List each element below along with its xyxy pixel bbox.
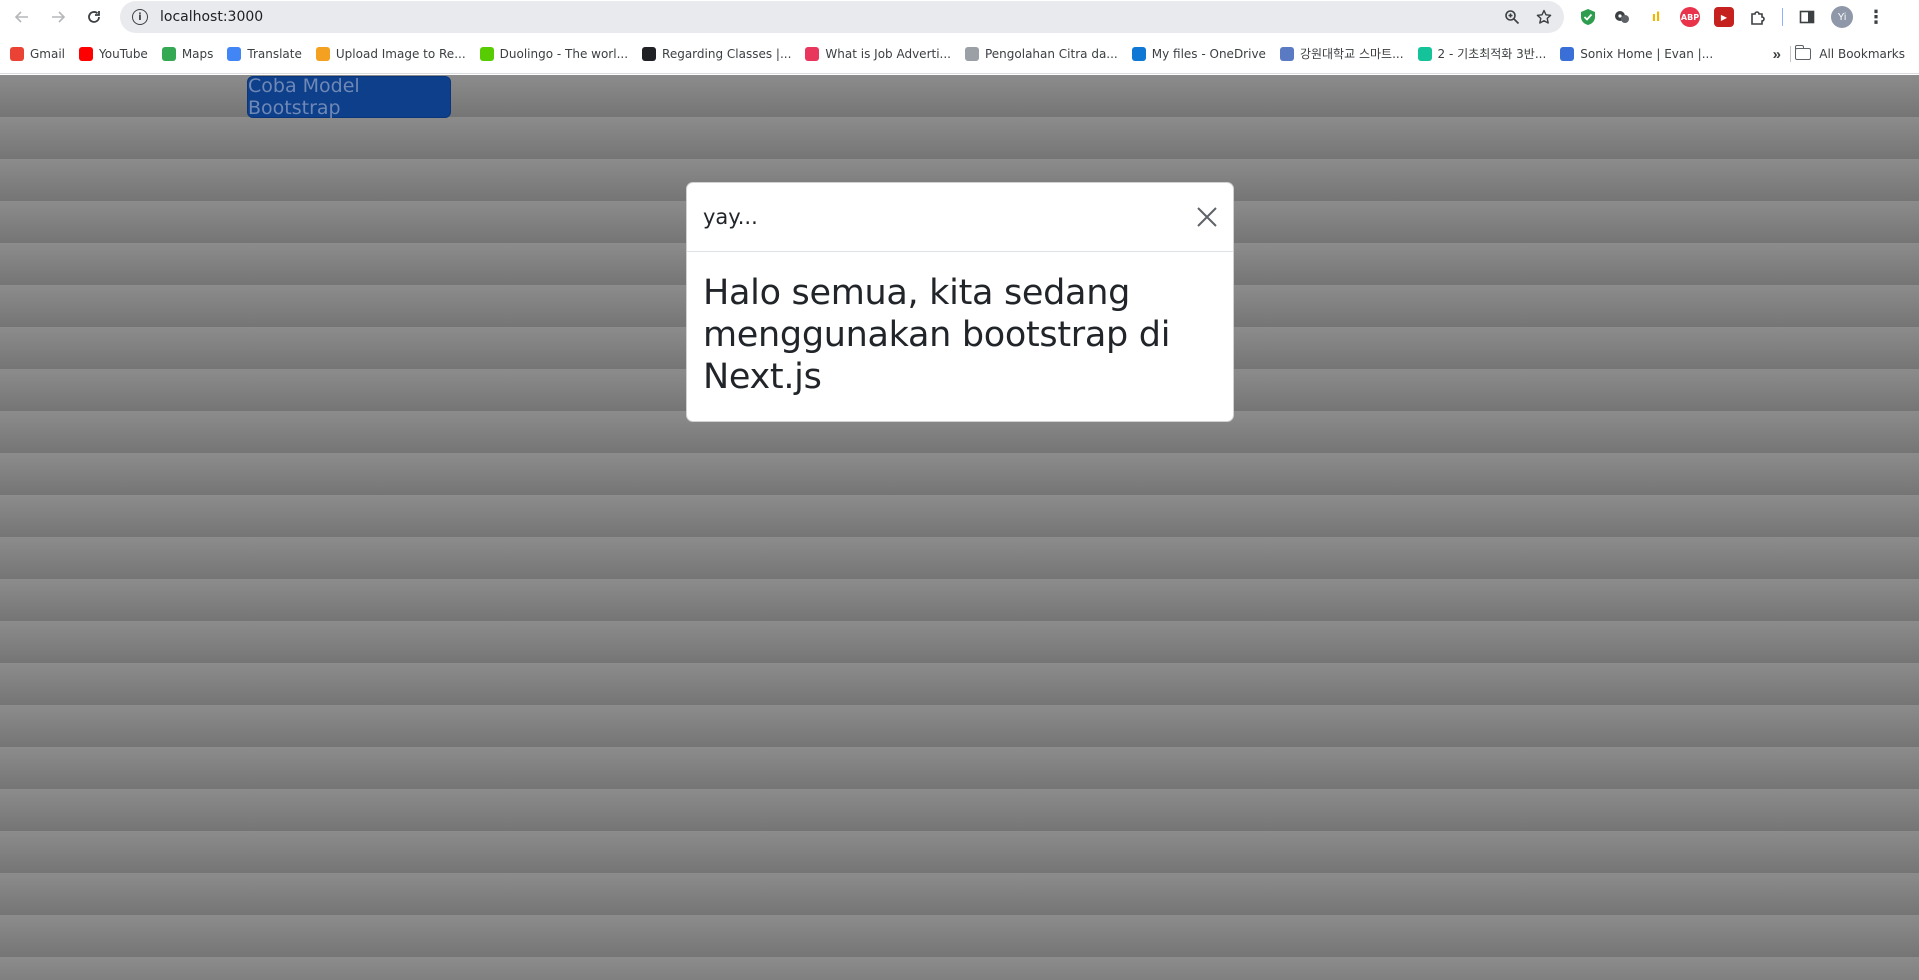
bookmarks-bar: Gmail YouTube Maps Translate Upload Image to… — [0, 34, 1919, 74]
back-button[interactable] — [8, 3, 36, 31]
bookmark-label: 2 - 기초최적화 3반... — [1437, 47, 1547, 61]
reload-button[interactable] — [80, 3, 108, 31]
adblock-icon[interactable]: ABP — [1680, 7, 1700, 27]
duolingo-icon — [479, 46, 494, 61]
bookmarks-separator — [1790, 46, 1791, 62]
page-viewport: Coba Model Bootstrap yay... Halo semua, … — [0, 75, 1919, 980]
bookmark-item[interactable]: Sonix Home | Evan |... — [1560, 46, 1714, 61]
zoom-icon[interactable] — [1504, 9, 1520, 25]
extensions-puzzle-icon[interactable] — [1748, 7, 1768, 27]
youtube-icon — [79, 46, 94, 61]
extensions-area: ıl ABP ▶ Yi ⋮ — [1578, 0, 1885, 34]
all-bookmarks-label: All Bookmarks — [1819, 47, 1905, 61]
open-modal-button[interactable]: Coba Model Bootstrap — [247, 75, 451, 119]
university-icon — [1279, 46, 1294, 61]
bookmark-item[interactable]: YouTube — [79, 46, 148, 61]
all-bookmarks-button[interactable]: All Bookmarks — [1794, 34, 1905, 74]
job-ad-icon — [805, 46, 820, 61]
modal-header: yay... — [687, 183, 1233, 252]
document-icon — [964, 46, 979, 61]
side-panel-icon[interactable] — [1797, 7, 1817, 27]
bookmark-item[interactable]: My files - OneDrive — [1131, 46, 1266, 61]
bookmark-label: YouTube — [99, 46, 148, 61]
upload-image-icon — [315, 46, 330, 61]
translate-icon — [227, 46, 242, 61]
bookmark-label: Regarding Classes |... — [662, 46, 792, 61]
site-info-icon[interactable]: i — [132, 9, 148, 25]
modal-dialog: yay... Halo semua, kita sedang menggunak… — [686, 182, 1234, 422]
bookmark-item[interactable]: Regarding Classes |... — [642, 46, 792, 61]
modal-body-text: Halo semua, kita sedang menggunakan boot… — [703, 273, 1171, 397]
profile-avatar[interactable]: Yi — [1831, 6, 1853, 28]
bookmark-item[interactable]: Duolingo - The worl... — [479, 46, 629, 61]
bookmark-item[interactable]: Pengolahan Citra da... — [964, 46, 1118, 61]
bookmark-label: Duolingo - The worl... — [499, 46, 629, 61]
bookmark-item[interactable]: What is Job Adverti... — [805, 46, 951, 61]
extension-circles-icon[interactable] — [1612, 7, 1632, 27]
bookmark-item[interactable]: Maps — [161, 46, 214, 61]
bookmark-item[interactable]: Gmail — [10, 46, 66, 61]
sonix-icon — [1560, 46, 1575, 61]
bookmark-label: Maps — [181, 46, 214, 61]
shield-extension-icon[interactable] — [1578, 7, 1598, 27]
reload-icon — [88, 11, 100, 23]
bookmark-label: Translate — [247, 46, 302, 61]
browser-toolbar: i localhost:3000 ıl ABP ▶ Yi ⋮ — [0, 0, 1919, 34]
modal-title: yay... — [703, 205, 758, 229]
bookmark-label: Sonix Home | Evan |... — [1580, 46, 1714, 61]
bookmark-label: Gmail — [30, 46, 66, 61]
bookmark-label: Pengolahan Citra da... — [984, 46, 1118, 61]
close-icon — [1197, 207, 1217, 227]
forward-button[interactable] — [44, 3, 72, 31]
toolbar-separator — [1782, 8, 1783, 26]
modal-close-button[interactable] — [1195, 205, 1219, 229]
gmail-icon — [10, 46, 24, 61]
grammarly-icon — [1417, 46, 1432, 61]
arrow-right-icon — [52, 11, 66, 23]
url-text[interactable]: localhost:3000 — [160, 9, 263, 25]
bookmark-item[interactable]: 2 - 기초최적화 3반... — [1417, 45, 1547, 62]
bookmark-label: What is Job Adverti... — [825, 46, 951, 61]
browser-menu-icon[interactable]: ⋮ — [1867, 7, 1885, 28]
bookmark-label: Upload Image to Re... — [335, 46, 466, 61]
address-bar[interactable]: i localhost:3000 — [120, 1, 1564, 33]
bookmark-item[interactable]: Translate — [227, 46, 302, 61]
bookmark-item[interactable]: 강원대학교 스마트... — [1279, 45, 1404, 62]
folder-icon — [1794, 45, 1812, 60]
bookmark-label: My files - OneDrive — [1151, 46, 1266, 61]
maps-icon — [161, 46, 176, 61]
bookmark-label: 강원대학교 스마트... — [1299, 47, 1404, 61]
more-bookmarks-icon[interactable]: » — [1773, 34, 1781, 74]
onedrive-icon — [1131, 46, 1146, 61]
bookmark-star-icon[interactable] — [1536, 9, 1552, 25]
globe-icon — [642, 46, 657, 61]
modal-body: Halo semua, kita sedang menggunakan boot… — [687, 252, 1233, 398]
bookmark-item[interactable]: Upload Image to Re... — [315, 46, 466, 61]
arrow-left-icon — [14, 11, 28, 23]
extension-red-icon[interactable]: ▶ — [1714, 7, 1734, 27]
audio-extension-icon[interactable]: ıl — [1646, 7, 1666, 27]
